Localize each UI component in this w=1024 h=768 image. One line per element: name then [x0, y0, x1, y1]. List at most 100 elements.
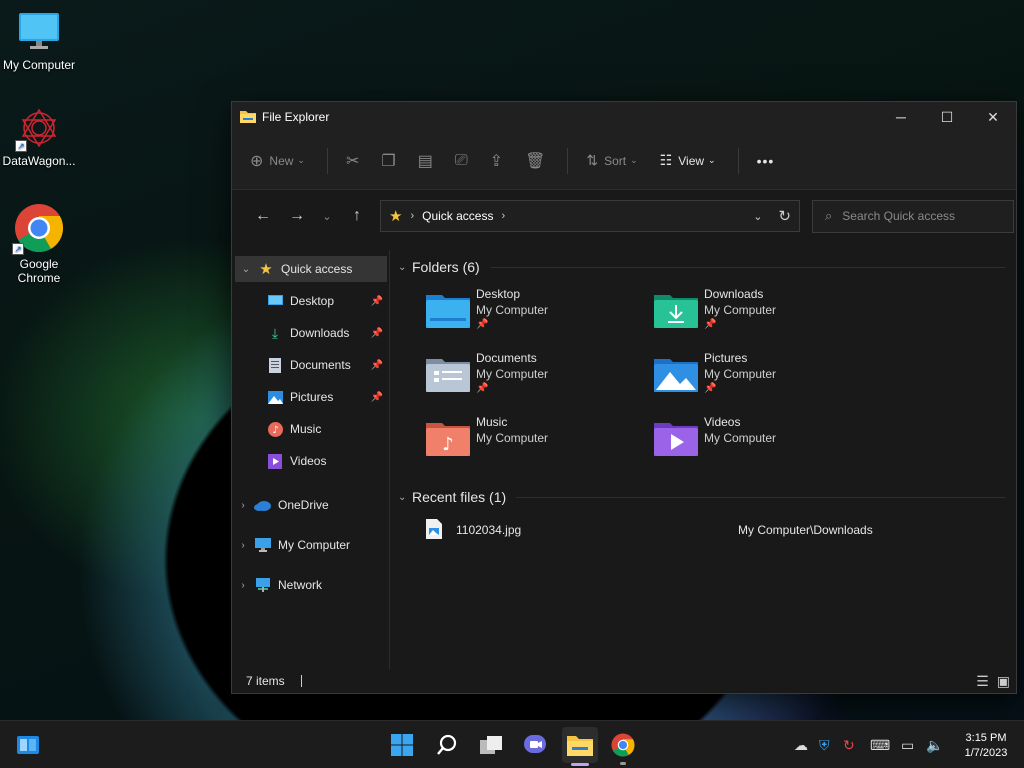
share-button[interactable]: ⇪ [490, 151, 503, 171]
large-icons-view-icon[interactable]: ▣ [997, 673, 1010, 690]
nav-item-quick-access[interactable]: ⌄ ★ Quick access [235, 256, 387, 282]
folders-grid: Desktop My Computer 📌 Downloads My Computer… [426, 284, 1016, 476]
chevron-down-icon: ⌄ [398, 261, 407, 273]
content-pane: ⌄ Folders (6) Desktop My Computer 📌 Downlo… [390, 250, 1016, 669]
cloud-offline-icon[interactable]: ☁ [794, 737, 808, 754]
desktop-icon-label: Google Chrome [17, 257, 61, 285]
copy-button[interactable]: ❐ [381, 151, 395, 171]
breadcrumb-quick-access[interactable]: Quick access [422, 209, 493, 223]
cut-button[interactable]: ✂ [346, 151, 359, 171]
folder-icon [567, 736, 593, 756]
maximize-button[interactable]: ☐ [924, 102, 970, 132]
paste-button[interactable]: ▤ [418, 151, 433, 171]
sort-button[interactable]: ⇅ Sort ⌄ [586, 152, 637, 169]
trash-icon: 🗑 [525, 152, 546, 170]
chrome-icon [611, 733, 635, 757]
forward-button[interactable]: → [280, 207, 314, 225]
nav-item-documents[interactable]: Documents 📌 [232, 349, 389, 381]
nav-item-my-computer[interactable]: › My Computer [232, 525, 389, 565]
chevron-right-icon[interactable]: › [232, 540, 254, 551]
widgets-button[interactable] [12, 729, 44, 761]
rename-button[interactable]: ⎚ [455, 152, 468, 170]
navigation-pane: ⌄ ★ Quick access Desktop 📌 ⤓ Downloads 📌… [232, 250, 390, 669]
pictures-icon [266, 389, 284, 405]
address-dropdown-icon[interactable]: ⌄ [753, 210, 762, 223]
clock[interactable]: 3:15 PM 1/7/2023 [958, 731, 1014, 761]
refresh-icon[interactable]: ↻ [778, 207, 791, 225]
search-icon: ⌕ [825, 208, 833, 223]
clipboard-icon: ▤ [417, 152, 433, 170]
shortcut-arrow-icon: ↗ [12, 243, 24, 255]
folder-tile-desktop[interactable]: Desktop My Computer 📌 [426, 284, 654, 348]
delete-button[interactable]: 🗑 [525, 151, 545, 171]
nav-item-onedrive[interactable]: › OneDrive [232, 485, 389, 525]
clock-time: 3:15 PM [965, 732, 1007, 744]
cloud-icon [254, 497, 272, 513]
task-view-icon [480, 736, 502, 754]
copy-icon: ❐ [381, 152, 396, 170]
network-icon [254, 577, 272, 593]
recent-files-section-header[interactable]: ⌄ Recent files (1) [398, 484, 1016, 510]
search-icon [437, 734, 457, 755]
sync-icon[interactable]: ↻ [843, 737, 855, 754]
close-button[interactable]: ✕ [970, 102, 1016, 132]
folder-tile-pictures[interactable]: Pictures My Computer 📌 [654, 348, 882, 412]
folder-icon [240, 109, 256, 126]
security-shield-icon[interactable]: ⛨ [819, 737, 830, 754]
details-view-icon[interactable]: ☰ [976, 673, 989, 690]
item-count: 7 items [246, 674, 285, 688]
folder-tile-documents[interactable]: Documents My Computer 📌 [426, 348, 654, 412]
taskbar: ☁ ⛨ ↻ ⌨ ▭ 🔈 3:15 PM 1/7/2023 [0, 720, 1024, 768]
pin-icon: 📌 [704, 319, 717, 330]
svg-text:♪: ♪ [272, 425, 278, 436]
nav-item-pictures[interactable]: Pictures 📌 [232, 381, 389, 413]
pin-icon: 📌 [476, 319, 489, 330]
videos-folder-icon [654, 420, 698, 460]
recent-locations-button[interactable]: ⌄ [314, 210, 340, 223]
chevron-down-icon[interactable]: ⌄ [235, 264, 257, 275]
minimize-button[interactable]: ─ [878, 102, 924, 132]
volume-icon[interactable]: 🔈 [926, 737, 943, 754]
chevron-right-icon[interactable]: › [232, 580, 254, 591]
nav-item-downloads[interactable]: ⤓ Downloads 📌 [232, 317, 389, 349]
more-options-button[interactable]: ••• [757, 153, 775, 169]
up-button[interactable]: ↑ [340, 207, 374, 225]
desktop-icon-datawagon[interactable]: ↗ DataWagon... [0, 106, 78, 168]
chevron-right-icon[interactable]: › [232, 500, 254, 511]
pin-icon: 📌 [370, 359, 383, 371]
nav-item-network[interactable]: › Network [232, 565, 389, 605]
search-box[interactable]: ⌕ Search Quick access [812, 199, 1014, 233]
recent-file-row[interactable]: 1102034.jpg My Computer\Downloads [426, 510, 1016, 550]
download-icon: ⤓ [271, 324, 279, 341]
monitor-icon [17, 10, 61, 54]
folders-section-header[interactable]: ⌄ Folders (6) [398, 254, 1016, 280]
keyboard-icon[interactable]: ⌨ [870, 737, 890, 754]
folder-tile-downloads[interactable]: Downloads My Computer 📌 [654, 284, 882, 348]
chevron-down-icon: ⌄ [297, 155, 305, 165]
desktop-icon-my-computer[interactable]: My Computer [0, 10, 78, 72]
nav-item-music[interactable]: ♪ Music [232, 413, 389, 445]
title-bar[interactable]: File Explorer ─ ☐ ✕ [232, 102, 1016, 132]
nav-item-desktop[interactable]: Desktop 📌 [232, 285, 389, 317]
network-status-icon[interactable]: ▭ [901, 737, 914, 754]
desktop-icon-google-chrome[interactable]: ↗ Google Chrome [0, 203, 78, 285]
new-button[interactable]: ⊕ New ⌄ [250, 151, 305, 171]
address-bar[interactable]: ★ › Quick access › ⌄ ↻ [380, 200, 800, 232]
pin-icon: 📌 [704, 383, 717, 394]
task-view-button[interactable] [475, 729, 507, 761]
nav-item-videos[interactable]: Videos [232, 445, 389, 477]
plus-circle-icon: ⊕ [250, 152, 264, 170]
chat-button[interactable] [519, 729, 551, 761]
search-button[interactable] [431, 729, 463, 761]
datawagon-logo-icon: ↗ [15, 106, 61, 152]
folder-tile-videos[interactable]: Videos My Computer [654, 412, 882, 476]
chrome-taskbar-button[interactable] [607, 729, 639, 765]
breadcrumb-separator-icon: › [410, 210, 415, 222]
file-explorer-taskbar-button[interactable] [562, 727, 598, 766]
chevron-down-icon: ⌄ [630, 155, 638, 165]
start-button[interactable] [386, 729, 418, 761]
back-button[interactable]: ← [246, 207, 280, 225]
folder-tile-music[interactable]: ♪ Music My Computer [426, 412, 654, 476]
pin-icon: 📌 [370, 327, 383, 339]
view-button[interactable]: ☷ View ⌄ [660, 152, 716, 169]
